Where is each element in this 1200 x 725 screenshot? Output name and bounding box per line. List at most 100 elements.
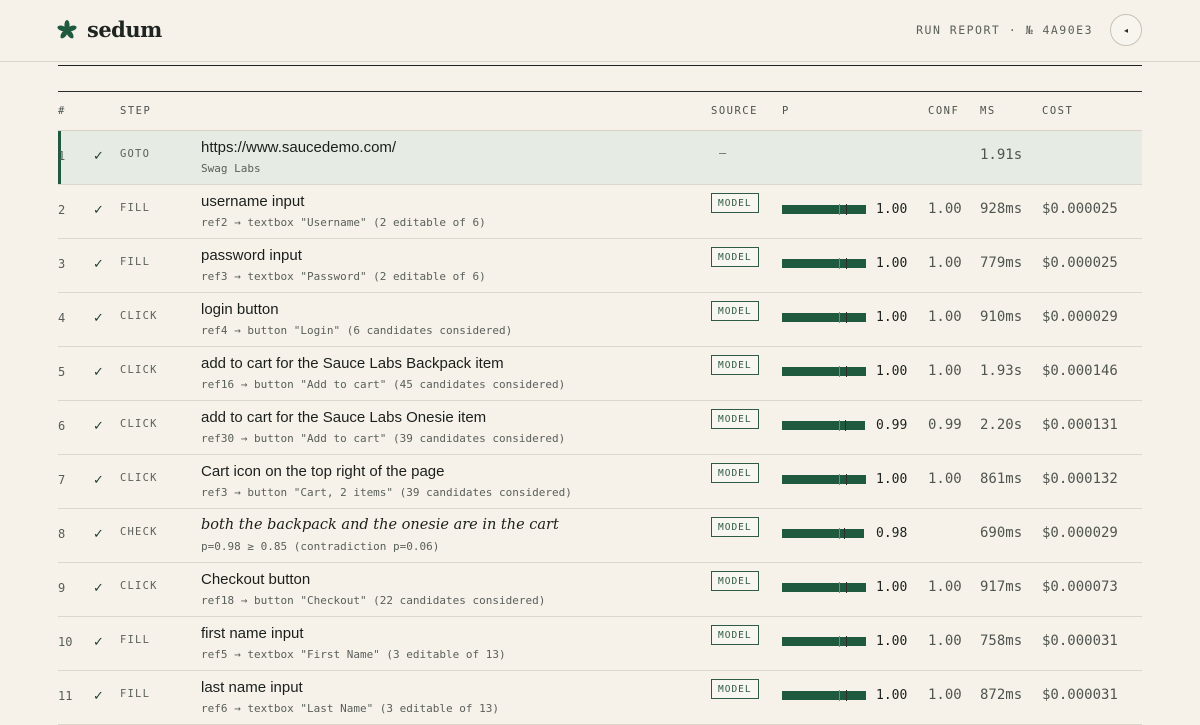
source-cell: MODEL [711,409,759,429]
probability-value: 1.00 [876,472,908,487]
probability-bar-fill [782,421,866,430]
probability-value: 0.98 [876,526,908,541]
step-number: 10 [58,635,73,649]
step-title: first name input [201,625,304,642]
probability-bar [782,312,866,323]
source-cell: MODEL [711,625,759,645]
col-num: # [58,105,66,117]
probability-cell: 1.00 [782,202,912,217]
step-detail: ref30 → button "Add to cart" (39 candida… [201,432,566,445]
step-kind: CLICK [120,472,158,484]
cost-value: $0.000025 [1042,255,1118,271]
step-number: 8 [58,527,66,541]
probability-cell: 1.00 [782,634,912,649]
confidence-marker [846,474,847,485]
col-ms: MS [980,105,996,117]
source-cell: MODEL [711,679,759,699]
source-cell: MODEL [711,247,759,267]
top-bar: sedum RUN REPORT · № 4A90E3 ◂ [0,0,1200,62]
app-name: sedum [87,17,162,42]
source-badge: MODEL [711,193,759,213]
table-row[interactable]: 7 ✓ CLICK Cart icon on the top right of the… [58,455,1142,509]
threshold-marker [839,204,840,215]
step-number: 4 [58,311,66,325]
confidence-marker [846,258,847,269]
step-title: last name input [201,679,303,696]
step-detail: ref3 → button "Cart, 2 items" (39 candid… [201,486,572,499]
confidence-value: 1.00 [928,633,962,649]
threshold-marker [839,312,840,323]
duration-value: 1.91s [980,147,1023,163]
probability-cell: 0.99 [782,418,912,433]
table-row[interactable]: 10 ✓ FILL first name input ref5 → textbox "F… [58,617,1142,671]
step-title: Cart icon on the top right of the page [201,463,445,480]
step-number: 3 [58,257,66,271]
probability-bar-fill [782,637,866,646]
source-badge: MODEL [711,679,759,699]
step-number: 2 [58,203,66,217]
step-title: add to cart for the Sauce Labs Backpack … [201,355,504,372]
step-number: 1 [58,149,66,163]
table-row[interactable]: 6 ✓ CLICK add to cart for the Sauce Labs On… [58,401,1142,455]
step-detail: ref4 → button "Login" (6 candidates cons… [201,324,513,337]
source-cell: MODEL [711,355,759,375]
confidence-value: 1.00 [928,201,962,217]
duration-value: 861ms [980,471,1023,487]
probability-bar-fill [782,583,866,592]
source-cell: MODEL [711,301,759,321]
table-row[interactable]: 1 ✓ GOTO https://www.saucedemo.com/Swag Lab… [58,131,1142,185]
step-detail: ref2 → textbox "Username" (2 editable of… [201,216,486,229]
duration-value: 690ms [980,525,1023,541]
run-report-label: RUN REPORT · № 4A90E3 [916,23,1093,37]
col-cost: COST [1042,105,1074,117]
col-step: STEP [120,105,152,117]
step-number: 9 [58,581,66,595]
step-detail: p=0.98 ≥ 0.85 (contradiction p=0.06) [201,540,440,553]
step-kind: FILL [120,688,151,700]
cost-value: $0.000073 [1042,579,1118,595]
step-title: password input [201,247,302,264]
col-source: SOURCE [711,105,758,117]
probability-bar [782,636,866,647]
probability-bar [782,258,866,269]
duration-value: 2.20s [980,417,1023,433]
probability-bar-fill [782,313,866,322]
probability-cell: 1.00 [782,688,912,703]
brand[interactable]: sedum [57,17,162,42]
step-kind: CHECK [120,526,158,538]
table-row[interactable]: 8 ✓ CHECK both the backpack and the onesie … [58,509,1142,563]
probability-bar [782,582,866,593]
threshold-marker [839,366,840,377]
source-cell: — [711,139,726,160]
duration-value: 1.93s [980,363,1023,379]
table-row[interactable]: 9 ✓ CLICK Checkout button ref18 → button "Ch… [58,563,1142,617]
source-cell: MODEL [711,193,759,213]
probability-bar-fill [782,529,865,538]
confidence-value: 1.00 [928,579,962,595]
probability-cell: 1.00 [782,472,912,487]
probability-bar [782,420,866,431]
confidence-marker [845,420,846,431]
threshold-marker [839,528,840,539]
table-row[interactable]: 11 ✓ FILL last name input ref6 → textbox "La… [58,671,1142,725]
col-conf: CONF [928,105,960,117]
probability-value: 1.00 [876,364,908,379]
duration-value: 758ms [980,633,1023,649]
confidence-value: 1.00 [928,363,962,379]
table-row[interactable]: 2 ✓ FILL username input ref2 → textbox "User… [58,185,1142,239]
table-row[interactable]: 4 ✓ CLICK login button ref4 → button "Login"… [58,293,1142,347]
step-title: add to cart for the Sauce Labs Onesie it… [201,409,487,426]
source-cell: MODEL [711,571,759,591]
probability-value: 1.00 [876,688,908,703]
probability-cell: 1.00 [782,364,912,379]
panel-toggle-button[interactable]: ◂ [1110,14,1142,46]
source-empty: — [719,146,727,160]
table-row[interactable]: 3 ✓ FILL password input ref3 → textbox "Pass… [58,239,1142,293]
step-kind: CLICK [120,418,158,430]
probability-value: 1.00 [876,256,908,271]
table-row[interactable]: 5 ✓ CLICK add to cart for the Sauce Labs Ba… [58,347,1142,401]
probability-value: 1.00 [876,202,908,217]
cost-value: $0.000029 [1042,309,1118,325]
col-p: P [782,105,790,117]
duration-value: 917ms [980,579,1023,595]
